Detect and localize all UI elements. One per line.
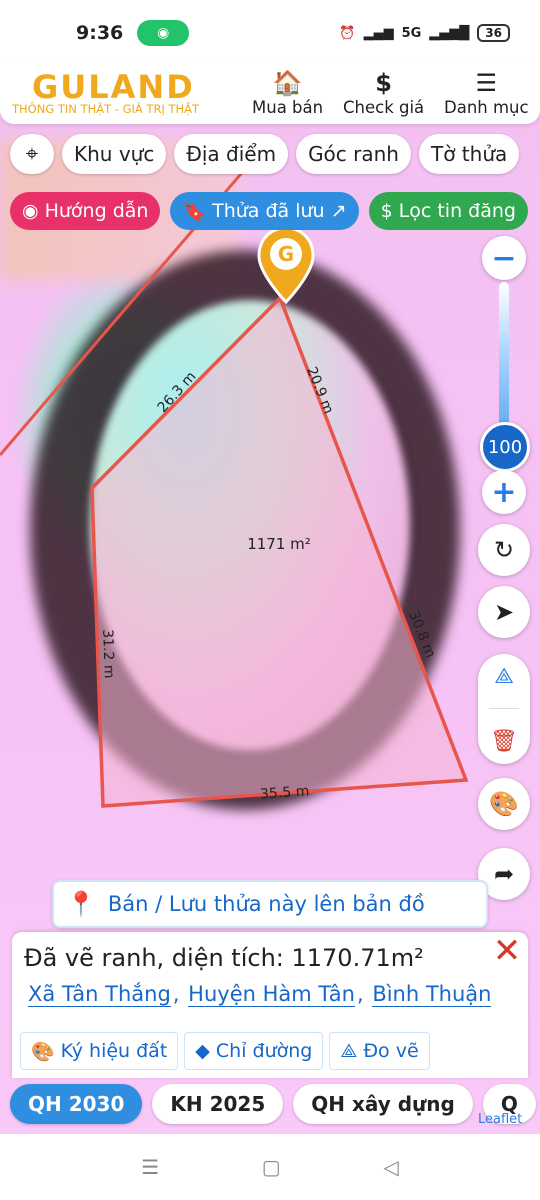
nav-check-gia[interactable]: $ Check giá	[343, 68, 424, 117]
record-icon: ◉	[22, 200, 39, 222]
measure-tool-icon[interactable]: ⟁	[494, 664, 514, 689]
status-indicators: ⏰ ▂▄▆ 5G ▂▄▆█ 36	[339, 24, 510, 42]
app-tagline: THÔNG TIN THẬT - GIÁ TRỊ THẬT	[12, 102, 200, 116]
status-bar: 9:36 ◉ ⏰ ▂▄▆ 5G ▂▄▆█ 36	[0, 0, 540, 66]
palette-button[interactable]: 🎨	[478, 778, 530, 830]
network-label: 5G	[401, 25, 422, 41]
tab-kh-2025[interactable]: KH 2025	[152, 1084, 284, 1124]
map-attribution[interactable]: Leaflet	[478, 1112, 522, 1127]
dollar-icon: $	[380, 200, 393, 222]
action-chips: ◉ Hướng dẫn 🔖 Thửa đã lưu ↗ $ Lọc tin đă…	[10, 192, 528, 230]
parcel-area-title: Đã vẽ ranh, diện tích: 1170.71m²	[24, 944, 424, 972]
status-time: 9:36	[76, 22, 124, 44]
cta-label: Bán / Lưu thửa này lên bản đồ	[107, 892, 425, 916]
zoom-in-button[interactable]: +	[482, 470, 526, 514]
dollar-icon: $	[375, 69, 392, 97]
land-symbol-button[interactable]: 🎨 Ký hiệu đất	[20, 1032, 179, 1070]
divider	[489, 708, 519, 710]
chip-dia-diem[interactable]: Địa điểm	[174, 134, 289, 174]
battery-icon: 36	[477, 24, 510, 42]
measure-button[interactable]: ⟁ Đo vẽ	[329, 1032, 430, 1070]
parcel-location: Xã Tân Thắng, Huyện Hàm Tân, Bình Thuận	[28, 982, 492, 1007]
filter-listings-button[interactable]: $ Lọc tin đăng	[368, 192, 528, 230]
palette-icon: 🎨	[31, 1040, 55, 1063]
parcel-area-label: 1171 m²	[247, 535, 311, 553]
my-location-button[interactable]: ⌖	[10, 134, 54, 174]
location-marker-icon[interactable]: G	[256, 226, 316, 306]
sheet-tools: 🎨 Ký hiệu đất ◆ Chỉ đường ⟁ Đo vẽ	[20, 1032, 430, 1070]
tab-qh-2030[interactable]: QH 2030	[10, 1084, 143, 1124]
delete-icon[interactable]: 🗑	[490, 729, 518, 754]
app-header: GULAND THÔNG TIN THẬT - GIÁ TRỊ THẬT 🏠 M…	[0, 64, 540, 124]
tab-qh-xay-dung[interactable]: QH xây dựng	[293, 1084, 473, 1124]
zoom-out-button[interactable]: −	[482, 236, 526, 280]
hotspot-icon: ◉	[137, 20, 190, 46]
app-logo[interactable]: GULAND	[32, 68, 195, 106]
search-chips: ⌖ Khu vực Địa điểm Góc ranh Tờ thửa	[10, 134, 520, 174]
draw-tools: ⟁ 🗑	[478, 654, 530, 764]
button-label: Đo vẽ	[363, 1040, 419, 1062]
refresh-button[interactable]: ↻	[478, 524, 530, 576]
nav-danh-muc[interactable]: ☰ Danh mục	[444, 68, 529, 117]
chip-khu-vuc[interactable]: Khu vực	[62, 134, 167, 174]
close-icon[interactable]: ✕	[490, 934, 524, 968]
system-nav-bar: ☰ ▢ ◁	[0, 1134, 540, 1200]
measure-icon: ⟁	[340, 1040, 358, 1062]
directions-button[interactable]: ◆ Chỉ đường	[184, 1032, 324, 1070]
bookmark-icon: 🔖	[182, 200, 207, 223]
filter-label: Lọc tin đăng	[398, 200, 516, 222]
parcel-info-sheet: Đã vẽ ranh, diện tích: 1170.71m² ✕ Xã Tâ…	[12, 932, 528, 1078]
nav-mua-ban[interactable]: 🏠 Mua bán	[252, 68, 323, 117]
navigate-button[interactable]: ➤	[478, 586, 530, 638]
home-icon[interactable]: ▢	[262, 1155, 281, 1179]
button-label: Ký hiệu đất	[60, 1040, 168, 1062]
edge-label: 35.5 m	[260, 783, 310, 802]
back-icon[interactable]: ◁	[383, 1155, 398, 1179]
crosshair-icon: ⌖	[25, 141, 39, 167]
commune-link[interactable]: Xã Tân Thắng	[28, 982, 171, 1007]
navigation-arrow-icon: ➤	[493, 598, 515, 626]
chip-goc-ranh[interactable]: Góc ranh	[296, 134, 411, 174]
alarm-icon: ⏰	[339, 25, 356, 41]
signal-icon: ▂▄▆	[363, 25, 394, 41]
edge-label: 31.2 m	[99, 629, 117, 679]
chip-to-thua[interactable]: Tờ thửa	[418, 134, 520, 174]
nav-label: Mua bán	[252, 98, 324, 117]
guide-button[interactable]: ◉ Hướng dẫn	[10, 192, 161, 230]
separator: ,	[356, 982, 371, 1006]
recent-apps-icon[interactable]: ☰	[141, 1155, 159, 1179]
zoom-slider-handle[interactable]: 100	[480, 422, 530, 472]
saved-label: Thửa đã lưu ↗	[212, 200, 347, 222]
saved-parcels-button[interactable]: 🔖 Thửa đã lưu ↗	[170, 192, 359, 230]
nav-label: Check giá	[343, 98, 425, 117]
svg-text:G: G	[278, 242, 294, 266]
palette-icon: 🎨	[489, 790, 519, 818]
button-label: Chỉ đường	[215, 1040, 313, 1062]
nav-label: Danh mục	[444, 98, 529, 117]
sell-save-parcel-button[interactable]: 📍 Bán / Lưu thửa này lên bản đồ	[52, 880, 488, 928]
menu-icon: ☰	[475, 69, 498, 97]
guide-label: Hướng dẫn	[44, 200, 149, 222]
separator: ,	[172, 982, 187, 1006]
district-link[interactable]: Huyện Hàm Tân	[188, 982, 355, 1007]
signal-icon: ▂▄▆█	[429, 25, 470, 41]
directions-icon: ◆	[195, 1040, 210, 1062]
province-link[interactable]: Bình Thuận	[372, 982, 492, 1007]
guland-pin-icon: 📍	[66, 890, 96, 918]
share-icon: ➦	[493, 860, 515, 888]
building-icon: 🏠	[272, 69, 303, 97]
refresh-icon: ↻	[493, 536, 515, 564]
layer-tabs: QH 2030 KH 2025 QH xây dựng Q	[10, 1084, 536, 1124]
